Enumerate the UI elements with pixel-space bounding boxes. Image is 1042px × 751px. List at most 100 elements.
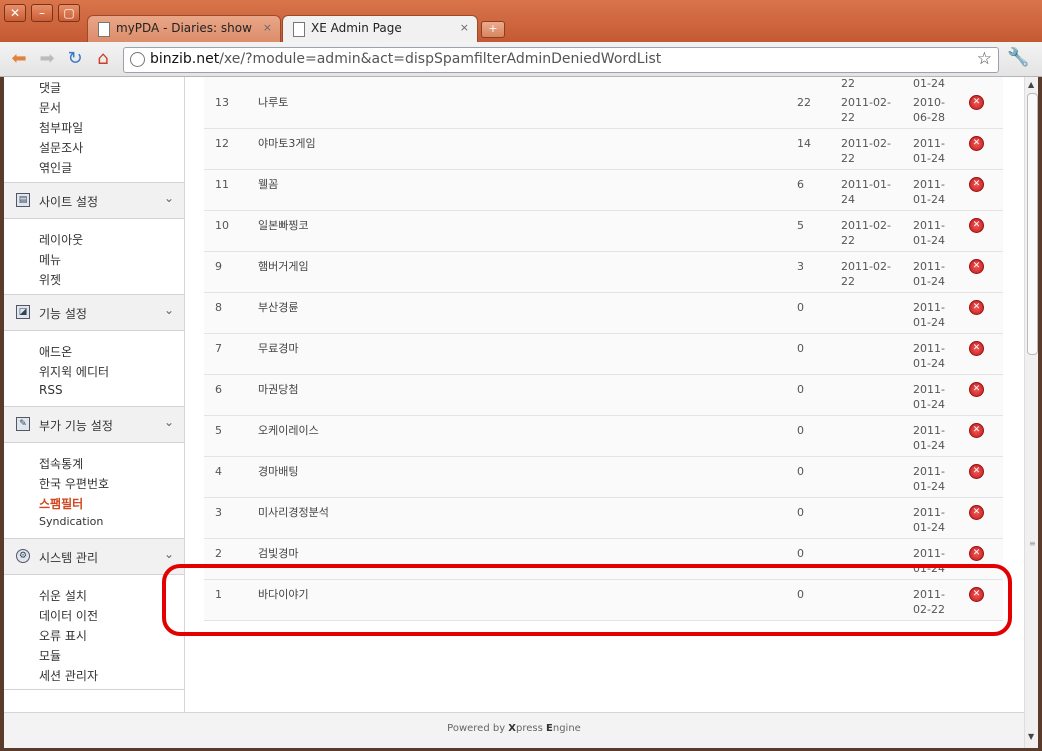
minimize-window-button[interactable]: – xyxy=(31,4,53,22)
delete-icon[interactable]: ✕ xyxy=(969,341,984,356)
sidebar-item-editor[interactable]: 위지윅 에디터 xyxy=(39,363,109,380)
delete-icon[interactable]: ✕ xyxy=(969,95,984,110)
denied-word: 마권당첨 xyxy=(258,383,299,396)
tab-close-icon[interactable]: × xyxy=(263,21,272,34)
extra-settings-icon: ✎ xyxy=(16,417,30,431)
section-feature-settings[interactable]: ◪ 기능 설정 ⌄ xyxy=(4,294,184,331)
denied-word: 웰꼼 xyxy=(258,178,279,191)
chevron-down-icon: ⌄ xyxy=(163,191,174,205)
row-number: 5 xyxy=(215,424,222,437)
tab-mypda[interactable]: myPDA - Diaries: show × xyxy=(87,15,281,43)
sidebar-item-rss[interactable]: RSS xyxy=(39,383,63,397)
delete-icon[interactable]: ✕ xyxy=(969,423,984,438)
sidebar-item-file[interactable]: 첨부파일 xyxy=(39,119,83,136)
hit-count: 14 xyxy=(797,137,811,150)
sidebar-item-poll[interactable]: 설문조사 xyxy=(39,139,83,156)
sidebar-item-document[interactable]: 문서 xyxy=(39,99,61,116)
delete-icon[interactable]: ✕ xyxy=(969,505,984,520)
tab-close-icon[interactable]: × xyxy=(460,21,469,34)
row-number: 12 xyxy=(215,137,229,150)
back-arrow-icon[interactable]: ⬅ xyxy=(8,48,30,70)
forward-arrow-icon[interactable]: ➡ xyxy=(36,48,58,70)
denied-word: 나루토 xyxy=(258,96,289,109)
denied-word: 미사리경정분석 xyxy=(258,506,329,519)
sidebar-item-menu[interactable]: 메뉴 xyxy=(39,251,61,268)
sidebar-item-counter[interactable]: 접속통계 xyxy=(39,455,83,472)
row-number: 7 xyxy=(215,342,222,355)
sidebar-item-syndication[interactable]: Syndication xyxy=(39,515,103,528)
delete-icon[interactable]: ✕ xyxy=(969,546,984,561)
sidebar-item-autoinstall[interactable]: 쉬운 설치 xyxy=(39,587,87,604)
vertical-scrollbar[interactable]: ▲ ≡ ▼ xyxy=(1024,77,1038,748)
sidebar-item-widget[interactable]: 위젯 xyxy=(39,271,61,288)
bookmark-star-icon[interactable]: ☆ xyxy=(977,49,992,69)
window-titlebar: ✕ – ▢ myPDA - Diaries: show × XE Admin P… xyxy=(0,0,1042,43)
table-row: 7 무료경마 0 2011-01-24 ✕ xyxy=(204,334,1003,375)
sidebar-item-importer[interactable]: 데이터 이전 xyxy=(39,607,98,624)
row-number: 10 xyxy=(215,219,229,232)
table-row: 6 마권당첨 0 2011-01-24 ✕ xyxy=(204,375,1003,416)
home-icon[interactable]: ⌂ xyxy=(92,48,114,70)
sidebar-item-layout[interactable]: 레이아웃 xyxy=(39,231,83,248)
admin-sidebar: 댓글 문서 첨부파일 설문조사 엮인글 ▤ 사이트 설정 ⌄ 레이아웃 메뉴 위… xyxy=(4,77,185,712)
row-number: 3 xyxy=(215,506,222,519)
scroll-thumb[interactable] xyxy=(1027,93,1038,355)
page-viewport: 댓글 문서 첨부파일 설문조사 엮인글 ▤ 사이트 설정 ⌄ 레이아웃 메뉴 위… xyxy=(4,77,1038,748)
reload-icon[interactable]: ↻ xyxy=(64,48,86,70)
feature-settings-icon: ◪ xyxy=(16,305,30,319)
row-number: 11 xyxy=(215,178,229,191)
section-title: 시스템 관리 xyxy=(39,551,99,565)
denied-word: 경마배팅 xyxy=(258,465,299,478)
section-extra-settings[interactable]: ✎ 부가 기능 설정 ⌄ xyxy=(4,406,184,443)
tab-title: XE Admin Page xyxy=(311,21,402,35)
section-system-admin[interactable]: ⚙ 시스템 관리 ⌄ xyxy=(4,538,184,575)
table-row: 4 경마배팅 0 2011-01-24 ✕ xyxy=(204,457,1003,498)
row-number: 9 xyxy=(215,260,222,273)
delete-icon[interactable]: ✕ xyxy=(969,259,984,274)
delete-icon[interactable]: ✕ xyxy=(969,218,984,233)
denied-word: 부산경륜 xyxy=(258,301,299,314)
hit-count: 0 xyxy=(797,465,804,478)
sidebar-item-modules[interactable]: 모듈 xyxy=(39,647,61,664)
new-tab-button[interactable]: + xyxy=(481,21,505,38)
red-highlight-annotation xyxy=(162,564,1012,636)
row-number: 4 xyxy=(215,465,222,478)
maximize-window-button[interactable]: ▢ xyxy=(58,4,80,22)
latest-date: 2011-01-24 xyxy=(913,260,945,288)
latest-date: 2011-01-24 xyxy=(913,178,945,206)
address-bar[interactable]: binzib.net/xe/?module=admin&act=dispSpam… xyxy=(123,47,999,73)
hit-count: 0 xyxy=(797,342,804,355)
sidebar-item-addon[interactable]: 애드온 xyxy=(39,343,72,360)
hit-count: 0 xyxy=(797,301,804,314)
denied-word: 오케이레이스 xyxy=(258,424,319,437)
hit-count: 0 xyxy=(797,547,804,560)
row-number: 8 xyxy=(215,301,222,314)
delete-icon[interactable]: ✕ xyxy=(969,382,984,397)
denied-word: 햄버거게임 xyxy=(258,260,309,273)
latest-date: 2010-06-28 xyxy=(913,96,945,124)
register-date: 2011-01-24 xyxy=(841,178,891,206)
denied-word: 야마토3게임 xyxy=(258,137,316,150)
tab-xe-admin[interactable]: XE Admin Page × xyxy=(282,15,478,43)
latest-date: 2011-01-24 xyxy=(913,301,945,329)
tab-title: myPDA - Diaries: show xyxy=(116,21,252,35)
latest-date: 2011-01-24 xyxy=(913,424,945,452)
wrench-icon[interactable]: 🔧 xyxy=(1007,47,1029,68)
delete-icon[interactable]: ✕ xyxy=(969,464,984,479)
latest-date: 2011-01-24 xyxy=(913,137,945,165)
delete-icon[interactable]: ✕ xyxy=(969,177,984,192)
delete-icon[interactable]: ✕ xyxy=(969,136,984,151)
sidebar-item-spamfilter[interactable]: 스팸필터 xyxy=(39,495,83,512)
denied-word: 무료경마 xyxy=(258,342,299,355)
sidebar-item-errors[interactable]: 오류 표시 xyxy=(39,627,87,644)
scroll-up-icon[interactable]: ▲ xyxy=(1028,80,1034,89)
delete-icon[interactable]: ✕ xyxy=(969,300,984,315)
section-site-settings[interactable]: ▤ 사이트 설정 ⌄ xyxy=(4,182,184,219)
sidebar-item-zipcode[interactable]: 한국 우편번호 xyxy=(39,475,109,492)
sidebar-item-trackback[interactable]: 엮인글 xyxy=(39,159,72,176)
scroll-down-icon[interactable]: ▼ xyxy=(1028,732,1034,741)
sidebar-item-comment[interactable]: 댓글 xyxy=(39,79,61,96)
close-window-button[interactable]: ✕ xyxy=(4,4,26,22)
sidebar-item-session[interactable]: 세션 관리자 xyxy=(39,667,98,684)
hit-count: 0 xyxy=(797,506,804,519)
